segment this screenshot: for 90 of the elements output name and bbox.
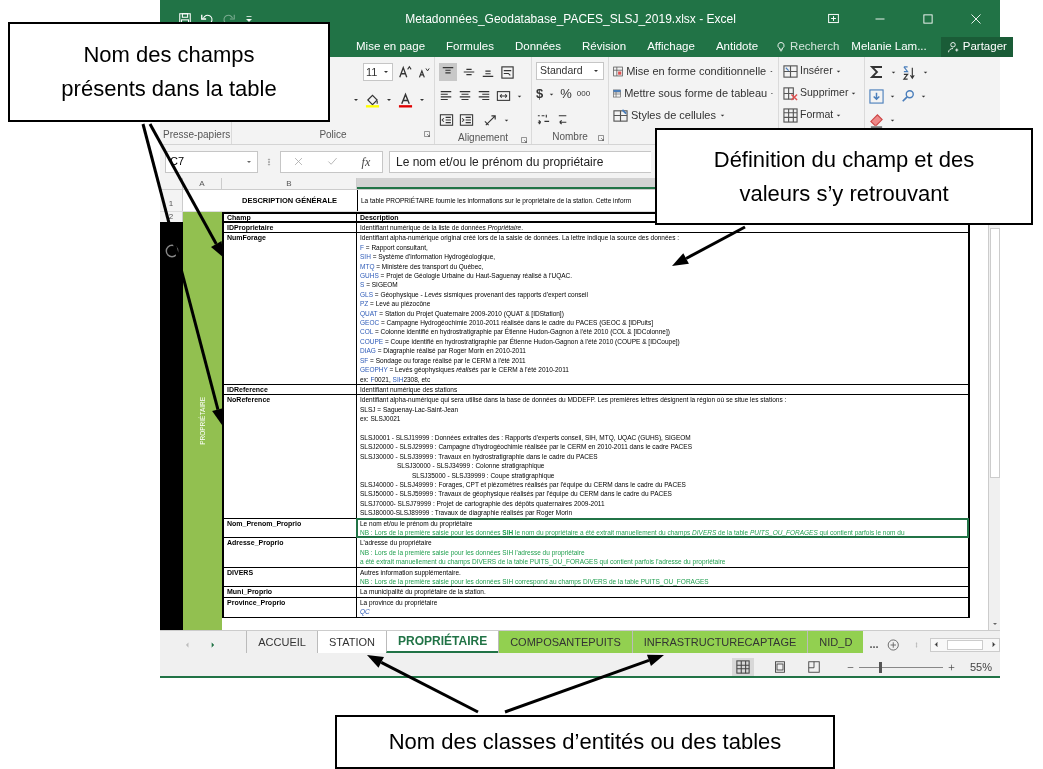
- decrease-indent-icon[interactable]: [439, 113, 454, 127]
- cells-menu-button[interactable]: Supprimer: [783, 84, 858, 102]
- page-layout-icon[interactable]: [773, 661, 786, 673]
- zoom-slider[interactable]: [858, 661, 943, 673]
- sort-filter-icon[interactable]: [902, 64, 917, 80]
- more-tabs-button[interactable]: ...: [869, 636, 879, 653]
- shrink-font-icon[interactable]: [417, 65, 430, 79]
- callout-text: Définition du champ et des valeurs s’y retrouvant: [713, 145, 975, 208]
- table-cell[interactable]: [357, 518, 968, 538]
- cells-menu-button[interactable]: Insérer: [783, 62, 842, 80]
- currency-button[interactable]: $: [536, 84, 544, 104]
- align-right-icon[interactable]: [477, 89, 491, 103]
- close-icon[interactable]: [970, 12, 982, 25]
- callout-text: Nom des classes d’entités ou des tables: [388, 728, 782, 756]
- zoom-in-icon[interactable]: [946, 662, 956, 672]
- style-menu-button[interactable]: Mise en forme conditionnelle: [613, 62, 774, 80]
- page-break-icon[interactable]: [807, 661, 820, 673]
- ribbon-display-icon[interactable]: [827, 12, 840, 25]
- caret-icon[interactable]: [418, 96, 426, 104]
- group-label: Nombre: [552, 129, 588, 144]
- percent-button[interactable]: %: [560, 84, 572, 104]
- ribbon-tab[interactable]: Données: [505, 38, 572, 56]
- style-menu-button[interactable]: Mettre sous forme de tableau: [613, 84, 774, 102]
- number-format-dropdown[interactable]: Standard: [536, 62, 604, 80]
- merge-cells-icon[interactable]: [496, 89, 511, 103]
- launcher-icon[interactable]: [597, 134, 605, 142]
- share-button[interactable]: Partager: [940, 37, 1013, 57]
- style-menu-button[interactable]: Styles de cellules: [613, 106, 774, 124]
- align-center-icon[interactable]: [458, 89, 472, 103]
- format-cells-icon: [783, 107, 798, 123]
- launcher-icon[interactable]: [520, 136, 528, 144]
- customize-icon[interactable]: [244, 13, 254, 24]
- cell-styles-icon: [613, 107, 628, 123]
- insert-function-button[interactable]: fx: [361, 152, 371, 171]
- normal-view-icon[interactable]: [731, 658, 754, 676]
- slider-thumb[interactable]: [879, 661, 883, 673]
- ribbon-tab[interactable]: Formules: [436, 38, 504, 56]
- font-size-field[interactable]: 11: [363, 63, 393, 81]
- maximize-icon[interactable]: [922, 12, 934, 25]
- fill-down-icon[interactable]: [869, 88, 884, 104]
- add-sheet-icon[interactable]: [886, 637, 900, 652]
- font-color-icon[interactable]: [398, 92, 413, 108]
- tell-me-search[interactable]: Recherch: [775, 38, 840, 56]
- ribbon-tab[interactable]: Mise en page: [346, 38, 436, 56]
- insert-cells-icon: [783, 63, 798, 79]
- top-align-icon[interactable]: [439, 63, 457, 81]
- grow-font-icon[interactable]: [398, 65, 412, 79]
- ribbon-tab[interactable]: Antidote: [705, 38, 769, 56]
- delete-cells-icon: [783, 85, 798, 101]
- increase-indent-icon[interactable]: [459, 113, 474, 127]
- align-left-icon[interactable]: [439, 89, 453, 103]
- next-sheet-icon[interactable]: [209, 640, 217, 649]
- horizontal-scrollbar[interactable]: [930, 637, 1000, 652]
- sheet-tab[interactable]: ACCUEIL: [246, 631, 317, 653]
- person-icon: [946, 41, 959, 53]
- group-label: Police: [319, 127, 347, 142]
- sheet-tab[interactable]: PROPRIÉTAIRE: [386, 631, 499, 653]
- search-icon[interactable]: [901, 89, 915, 103]
- wrap-text-icon[interactable]: [500, 64, 515, 80]
- sheet-tab[interactable]: STATION: [316, 631, 386, 653]
- scroll-left-icon[interactable]: [933, 641, 941, 648]
- cells-menu-button[interactable]: Format: [783, 106, 843, 124]
- ribbon-tab[interactable]: Révision: [572, 38, 637, 56]
- caret-icon: [592, 67, 600, 75]
- formula-field[interactable]: Le nom et/ou le prénom du propriétaire: [389, 150, 651, 173]
- caret-icon: [382, 68, 390, 76]
- eraser-icon[interactable]: [869, 112, 884, 128]
- window-title: Metadonnées_Geodatabase_PACES_SLSJ_2019.xlsx - Excel: [404, 10, 737, 28]
- orientation-icon[interactable]: [483, 112, 498, 128]
- caret-icon[interactable]: [385, 96, 393, 104]
- launcher-icon[interactable]: [423, 130, 431, 138]
- thousands-button[interactable]: 000: [576, 88, 591, 100]
- account-name[interactable]: Melanie Lam...: [851, 38, 927, 56]
- scroll-right-icon[interactable]: [990, 641, 997, 648]
- sum-icon[interactable]: [869, 64, 885, 80]
- fill-color-icon[interactable]: [365, 92, 380, 108]
- column-header[interactable]: A: [183, 178, 222, 189]
- column-header[interactable]: [357, 178, 654, 189]
- sheet-tab[interactable]: COMPOSANTEPUITS: [498, 631, 632, 653]
- group-label: Alignement: [458, 131, 508, 145]
- callout-text: Nom des champs présents dans la table: [61, 41, 277, 103]
- ribbon-tab[interactable]: Affichage: [637, 38, 705, 56]
- conditional-formatting-icon: [613, 63, 624, 79]
- caret-icon[interactable]: [352, 96, 360, 104]
- lightbulb-icon: [775, 41, 788, 53]
- zoom-level[interactable]: 55%: [969, 658, 992, 676]
- sheet-tab[interactable]: NID_D: [807, 631, 864, 653]
- group-label: Presse-papiers: [163, 127, 231, 142]
- circle-icon: [164, 244, 179, 258]
- sheet-tab[interactable]: INFRASTRUCTURECAPTAGE: [631, 631, 808, 653]
